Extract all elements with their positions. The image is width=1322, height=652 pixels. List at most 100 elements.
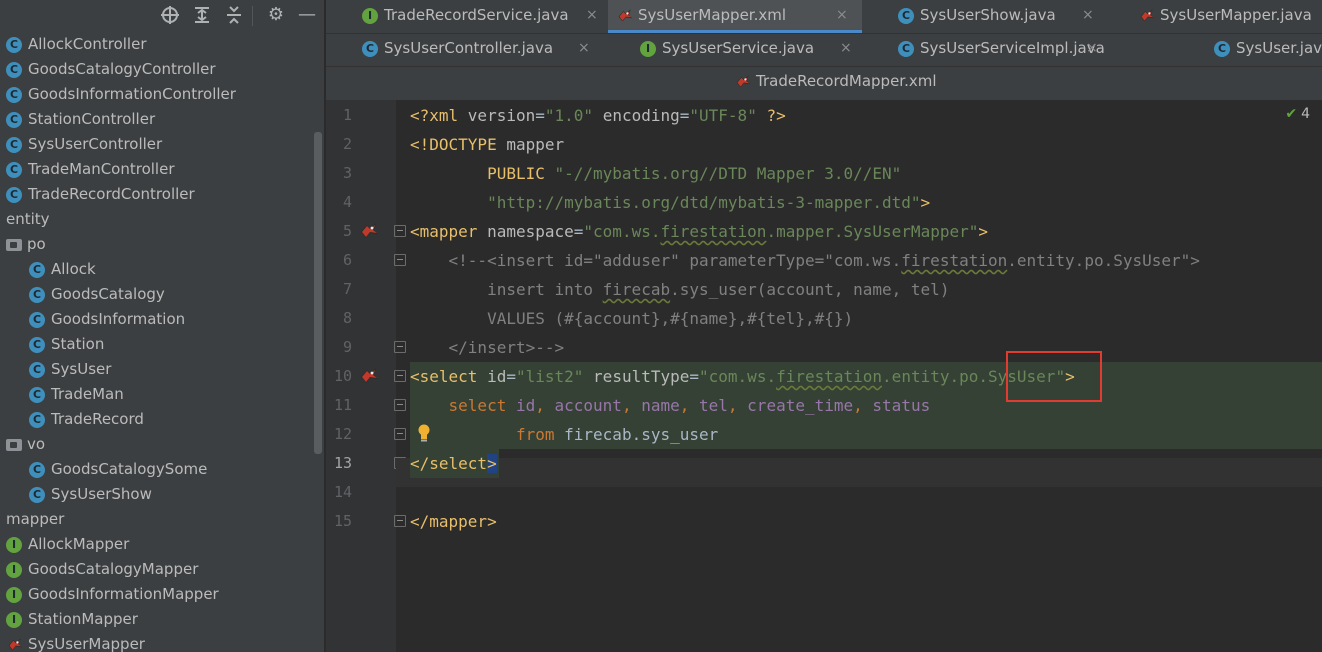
class-icon: C bbox=[29, 412, 45, 428]
checkmark-icon: ✔ bbox=[1285, 106, 1298, 122]
code-line[interactable]: <mapper namespace="com.ws.firestation.ma… bbox=[410, 217, 988, 246]
code-token: > bbox=[920, 193, 931, 212]
code-token: = bbox=[573, 222, 584, 241]
editor-tab[interactable]: SysUserMapper.xml × bbox=[608, 0, 862, 33]
close-tab-icon[interactable]: × bbox=[586, 0, 598, 30]
expand-all-icon[interactable] bbox=[191, 4, 213, 26]
code-token: account bbox=[554, 396, 622, 415]
tab-row-divider bbox=[326, 66, 1322, 67]
tree-item-label: vo bbox=[27, 435, 46, 453]
fold-marker-icon[interactable] bbox=[394, 428, 406, 440]
class-icon: C bbox=[29, 362, 45, 378]
package-folder-icon bbox=[6, 239, 22, 251]
code-line[interactable]: "http://mybatis.org/dtd/mybatis-3-mapper… bbox=[410, 188, 930, 217]
code-editor[interactable]: 1 2 3 4 5 6 7 8 9 10 11 12 13 14 15 <?xml version="1.0… bbox=[326, 100, 1322, 652]
class-icon: C bbox=[29, 487, 45, 503]
tab-label: SysUserService.java bbox=[662, 39, 815, 57]
code-token: id bbox=[515, 396, 536, 415]
editor-tab[interactable]: C SysUserServiceImpl.java × bbox=[890, 33, 1105, 66]
class-icon: C bbox=[29, 387, 45, 403]
minimize-icon[interactable]: — bbox=[296, 4, 318, 26]
class-icon: C bbox=[362, 41, 378, 57]
interface-icon: I bbox=[6, 612, 22, 628]
lightbulb-icon[interactable] bbox=[417, 424, 431, 442]
editor-tab[interactable]: TradeRecordMapper.xml bbox=[726, 66, 937, 99]
code-line[interactable]: </mapper> bbox=[410, 507, 497, 536]
code-token: "UTF-8" bbox=[689, 106, 757, 125]
close-tab-icon[interactable]: × bbox=[1086, 33, 1098, 63]
code-token: firestation bbox=[660, 222, 767, 241]
tree-scrollbar[interactable] bbox=[314, 132, 322, 454]
class-icon: C bbox=[6, 162, 22, 178]
code-line[interactable]: PUBLIC "-//mybatis.org//DTD Mapper 3.0//… bbox=[410, 159, 901, 188]
fold-marker-icon[interactable] bbox=[394, 254, 406, 266]
class-icon: C bbox=[29, 337, 45, 353]
code-token: , bbox=[853, 396, 873, 415]
tree-item-label: po bbox=[27, 235, 46, 253]
code-line[interactable]: <!DOCTYPE mapper bbox=[410, 130, 564, 159]
code-token: PUBLIC bbox=[487, 164, 555, 183]
collapse-all-icon[interactable] bbox=[223, 4, 245, 26]
editor-tab[interactable]: I SysUserService.java × bbox=[632, 33, 852, 66]
fold-marker-icon[interactable] bbox=[394, 370, 406, 382]
code-token: insert into bbox=[487, 280, 603, 299]
code-token: <?xml bbox=[410, 106, 468, 125]
class-icon: C bbox=[29, 462, 45, 478]
tab-row-divider bbox=[326, 33, 1322, 34]
editor-tab[interactable]: C SysUser.java bbox=[1206, 33, 1322, 66]
fold-marker-icon[interactable] bbox=[394, 399, 406, 411]
locate-icon[interactable] bbox=[159, 4, 181, 26]
code-line[interactable]: <!--<insert id="adduser" parameterType="… bbox=[410, 246, 1200, 275]
fold-marker-icon[interactable] bbox=[394, 515, 406, 527]
tree-item-label: GoodsInformationMapper bbox=[28, 585, 219, 603]
code-token: tel bbox=[699, 396, 728, 415]
code-line[interactable]: <?xml version="1.0" encoding="UTF-8" ?> bbox=[410, 101, 786, 130]
tree-item-label: SysUser bbox=[51, 360, 112, 378]
line-number: 12 bbox=[333, 425, 352, 443]
code-line[interactable]: insert into firecab.sys_user(account, na… bbox=[410, 275, 949, 304]
code-line[interactable]: VALUES (#{account},#{name},#{tel},#{}) bbox=[410, 304, 853, 333]
inspection-status[interactable]: ✔ 4 bbox=[1285, 106, 1310, 122]
mybatis-navigate-icon[interactable] bbox=[358, 365, 380, 385]
gear-icon[interactable]: ⚙ bbox=[265, 4, 287, 26]
code-line[interactable]: </insert>--> bbox=[410, 333, 565, 362]
inspection-count: 4 bbox=[1301, 106, 1310, 122]
code-token: "list2" bbox=[515, 367, 584, 386]
tree-item-label: GoodsCatalogyMapper bbox=[28, 560, 199, 578]
fold-marker-icon[interactable] bbox=[394, 225, 406, 237]
code-token: create_time bbox=[747, 396, 854, 415]
code-line[interactable]: </select> bbox=[410, 449, 497, 478]
editor-tab[interactable]: C SysUserController.java × bbox=[354, 33, 594, 66]
close-tab-icon[interactable]: × bbox=[578, 33, 590, 63]
code-line[interactable]: select id, account, name, tel, create_ti… bbox=[410, 391, 931, 420]
editor-tab[interactable]: I TradeRecordService.java × bbox=[354, 0, 622, 33]
toolbar-divider bbox=[252, 6, 253, 26]
editor-tab-bar: I TradeRecordService.java × SysUserMapper.x… bbox=[326, 0, 1322, 100]
class-icon: C bbox=[6, 87, 22, 103]
code-token: VALUES (#{account},#{name},#{tel},#{}) bbox=[487, 309, 854, 328]
mybatis-navigate-icon[interactable] bbox=[358, 220, 380, 240]
line-number: 9 bbox=[342, 338, 352, 356]
line-number: 7 bbox=[342, 280, 352, 298]
code-token: "com.ws. bbox=[699, 367, 777, 386]
close-tab-icon[interactable]: × bbox=[1082, 0, 1094, 30]
code-line[interactable]: from firecab.sys_user bbox=[410, 420, 718, 449]
close-tab-icon[interactable]: × bbox=[840, 33, 852, 63]
tree-item-label: AllockMapper bbox=[28, 535, 130, 553]
tab-label: SysUserController.java bbox=[384, 39, 554, 57]
editor-gutter: 1 2 3 4 5 6 7 8 9 10 11 12 13 14 15 bbox=[326, 100, 406, 652]
interface-icon: I bbox=[6, 537, 22, 553]
interface-icon: I bbox=[6, 587, 22, 603]
close-tab-icon[interactable]: × bbox=[836, 0, 848, 30]
code-token: version bbox=[467, 106, 536, 125]
editor-tab[interactable]: SysUserMapper.java bbox=[1130, 0, 1314, 33]
code-token: , bbox=[679, 396, 699, 415]
editor-tab[interactable]: C SysUserShow.java × bbox=[890, 0, 1104, 33]
code-token: = bbox=[689, 367, 700, 386]
code-token: name bbox=[641, 396, 680, 415]
tree-item-label: GoodsCatalogySome bbox=[51, 460, 208, 478]
code-line[interactable]: <select id="list2" resultType="com.ws.fi… bbox=[410, 362, 1075, 391]
fold-marker-icon[interactable] bbox=[394, 341, 406, 353]
